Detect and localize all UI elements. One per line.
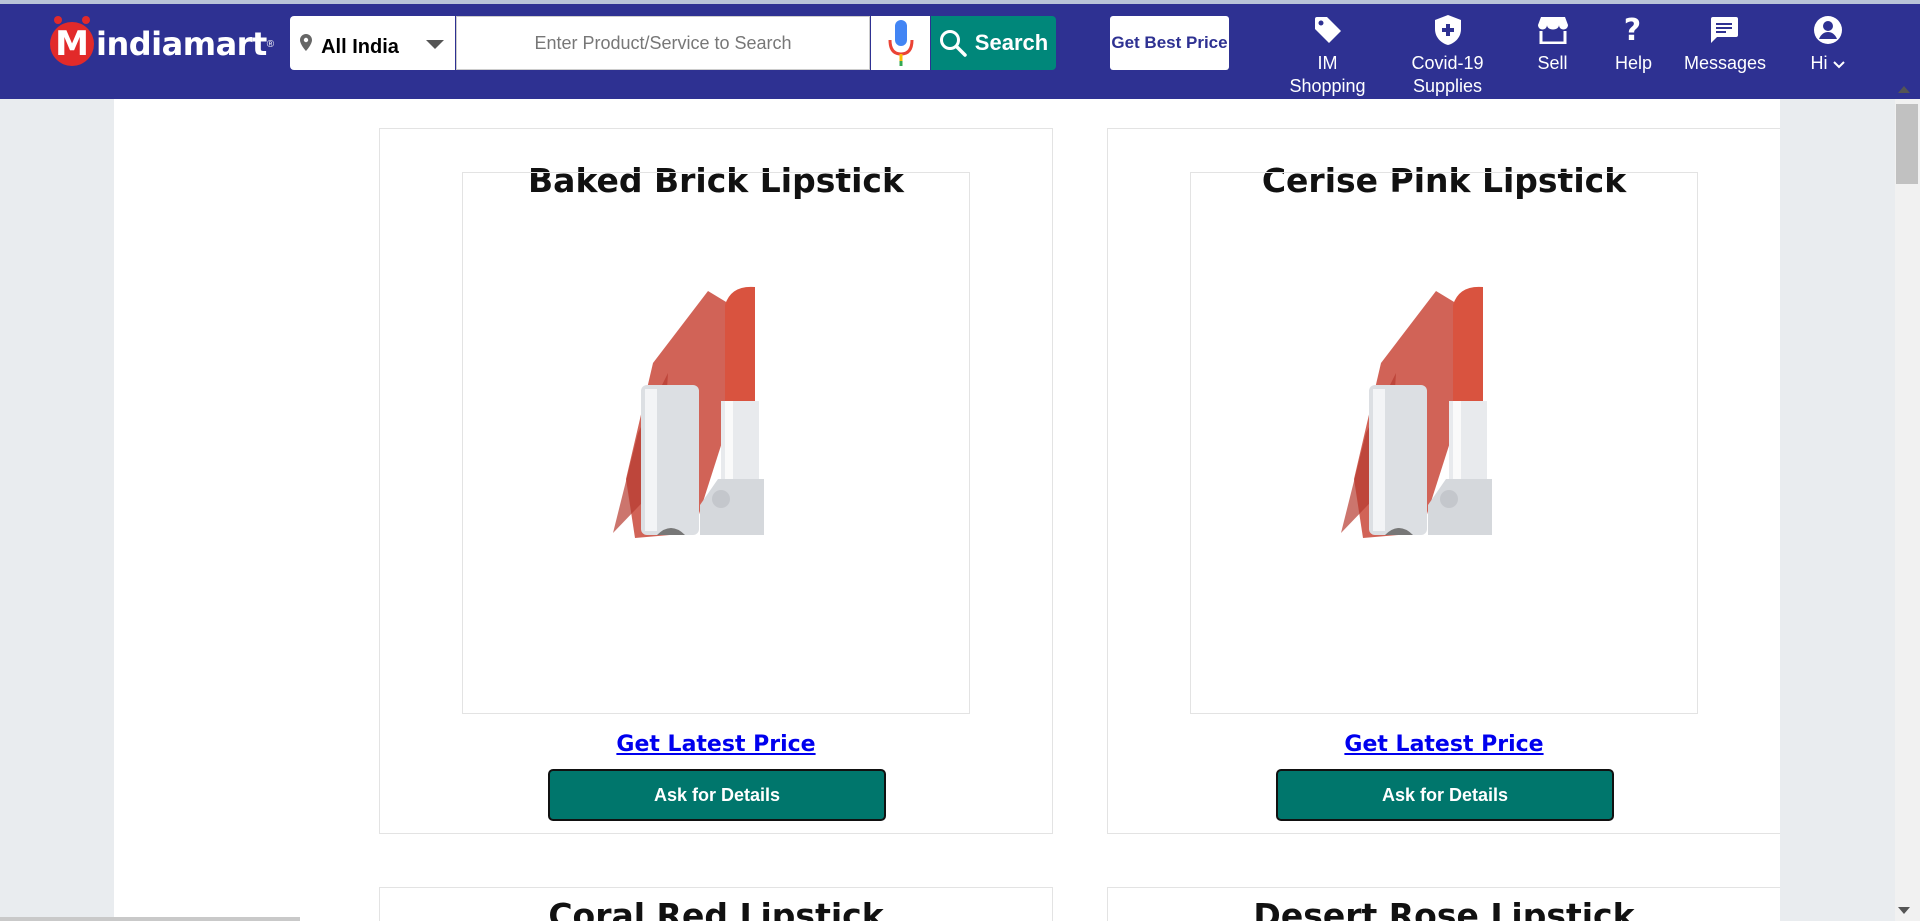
medical-shield-icon — [1405, 12, 1490, 48]
voice-search-button[interactable] — [871, 16, 930, 70]
nav-label-shopping: IM Shopping — [1289, 53, 1366, 96]
search-button[interactable]: Search — [931, 16, 1056, 70]
tag-icon — [1285, 12, 1370, 48]
location-selector[interactable]: All India — [290, 16, 455, 70]
product-title[interactable]: Desert Rose Lipstick — [1108, 896, 1780, 921]
nav-label-help: Help — [1615, 53, 1653, 73]
logo-m-icon: M — [50, 16, 94, 66]
lipstick-image — [613, 286, 764, 538]
chevron-down-icon — [426, 40, 444, 49]
scroll-up-arrow-icon[interactable] — [1898, 86, 1910, 93]
nav-label-profile: Hi — [1805, 52, 1850, 75]
search-button-label: Search — [974, 30, 1049, 55]
nav-covid-supplies[interactable]: Covid-19 Supplies — [1405, 12, 1490, 98]
product-image[interactable] — [1190, 172, 1698, 714]
nav-im-shopping[interactable]: IM Shopping — [1285, 12, 1370, 98]
get-latest-price-link[interactable]: Get Latest Price — [1108, 732, 1780, 757]
nav-label-sell: Sell — [1537, 53, 1568, 73]
ask-for-details-button[interactable]: Ask for Details — [1276, 769, 1614, 821]
ask-for-details-button[interactable]: Ask for Details — [548, 769, 886, 821]
product-listing: Baked Brick Lipstick Get Latest Price As… — [114, 99, 1780, 921]
nav-messages[interactable]: Messages — [1684, 12, 1767, 75]
store-icon — [1535, 12, 1570, 48]
chevron-down-icon — [1832, 61, 1845, 69]
get-best-price-button[interactable]: Get Best Price — [1110, 16, 1229, 70]
user-account-icon — [1805, 12, 1850, 48]
nav-sell[interactable]: Sell — [1535, 12, 1570, 75]
product-image[interactable] — [462, 172, 970, 714]
search-input[interactable] — [456, 16, 870, 70]
product-card: Coral Red Lipstick — [379, 887, 1053, 921]
scroll-down-arrow-icon[interactable] — [1898, 907, 1910, 914]
location-value: All India — [321, 36, 399, 58]
logo-text: indiamart — [96, 25, 267, 63]
message-icon — [1684, 12, 1764, 48]
microphone-icon — [888, 20, 913, 66]
nav-help[interactable]: ? Help — [1615, 12, 1653, 75]
product-card: Desert Rose Lipstick — [1107, 887, 1780, 921]
horizontal-scrollbar[interactable] — [0, 917, 300, 921]
question-mark-icon: ? — [1623, 12, 1642, 48]
search-icon — [939, 30, 967, 57]
scrollbar-thumb[interactable] — [1896, 104, 1918, 184]
nav-label-messages: Messages — [1684, 53, 1767, 73]
product-card: Baked Brick Lipstick Get Latest Price As… — [379, 128, 1053, 834]
indiamart-logo[interactable]: M indiamart ® — [50, 16, 275, 70]
nav-label-covid: Covid-19 Supplies — [1411, 53, 1484, 96]
location-pin-icon — [300, 34, 312, 56]
get-latest-price-link[interactable]: Get Latest Price — [380, 732, 1052, 757]
product-card: Cerise Pink Lipstick Get Latest Price As… — [1107, 128, 1780, 834]
nav-profile[interactable]: Hi — [1805, 12, 1850, 75]
site-header: M indiamart ® All India Search Get Best … — [0, 4, 1920, 99]
lipstick-image — [1341, 286, 1492, 538]
product-title[interactable]: Coral Red Lipstick — [380, 896, 1052, 921]
vertical-scrollbar[interactable] — [1895, 99, 1920, 921]
logo-registered-mark: ® — [266, 38, 275, 50]
